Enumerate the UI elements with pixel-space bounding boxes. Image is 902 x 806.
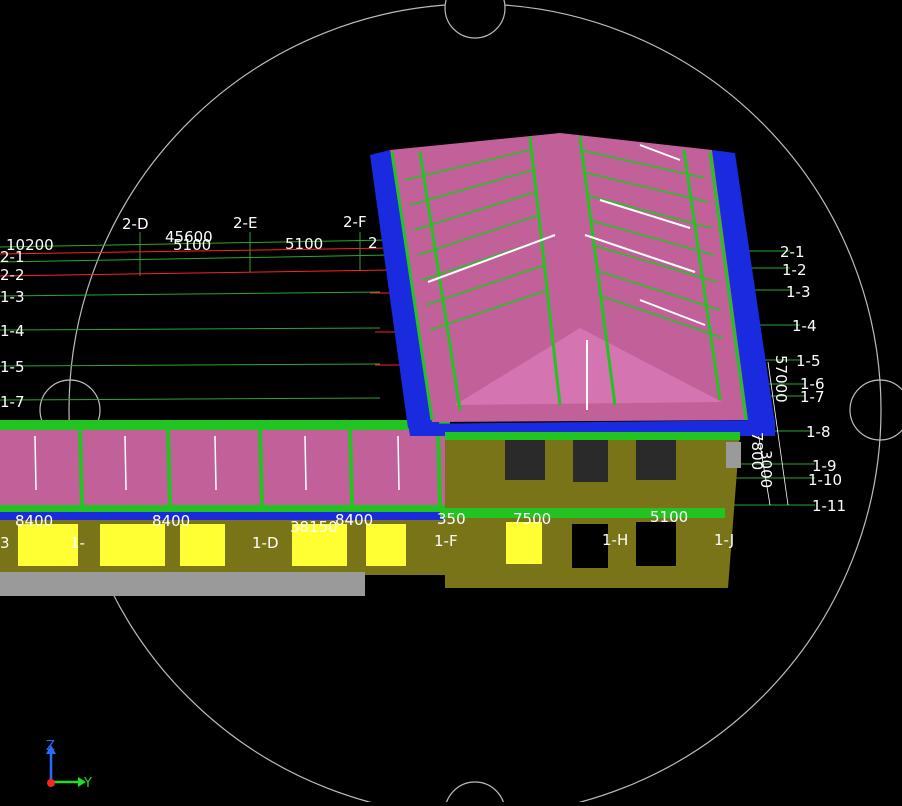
dimension-text: 7500 bbox=[513, 510, 551, 528]
model-canvas[interactable]: 2-D 2-E 2-F 2-1 2-2 1-3 1-4 1-5 1-7 2-1 … bbox=[0, 0, 902, 806]
y-axis-label: Y bbox=[83, 776, 92, 791]
dimension-text: 5100 bbox=[173, 236, 211, 254]
dimension-text: 8400 bbox=[152, 512, 190, 530]
z-axis-label: Z bbox=[46, 739, 55, 754]
dimension-text: 10200 bbox=[6, 236, 54, 254]
grid-label: 3 bbox=[0, 534, 10, 552]
dimension-text: 5100 bbox=[650, 508, 688, 526]
section-cut-lines bbox=[0, 247, 400, 366]
dimension-text: 8400 bbox=[335, 511, 373, 529]
axis-triad: Z Y bbox=[46, 739, 92, 791]
grid-label: 1- bbox=[70, 534, 85, 552]
orbit-handle-bottom[interactable] bbox=[445, 781, 505, 806]
grid-label: 1-7 bbox=[0, 393, 25, 411]
left-wing-building[interactable] bbox=[0, 420, 450, 596]
dimension-text: 38150 bbox=[290, 518, 338, 536]
grid-label: 2-2 bbox=[0, 266, 25, 284]
grid-label: 2-F bbox=[343, 213, 367, 231]
dimension-text: 2 bbox=[368, 234, 378, 252]
dimension-text: 8400 bbox=[15, 512, 53, 530]
grid-label: 1-3 bbox=[0, 288, 25, 306]
grid-label: 1-D bbox=[252, 534, 279, 552]
grid-label: 1-7 bbox=[800, 388, 825, 406]
origin-point bbox=[47, 779, 55, 787]
grid-label: 1-10 bbox=[808, 471, 842, 489]
grid-label: 1-J bbox=[714, 531, 734, 549]
grid-label: 2-E bbox=[233, 214, 257, 232]
grid-labels-top: 2-D 2-E 2-F bbox=[122, 213, 367, 233]
3d-model-viewport[interactable]: 2-D 2-E 2-F 2-1 2-2 1-3 1-4 1-5 1-7 2-1 … bbox=[0, 0, 902, 806]
grid-labels-left: 2-1 2-2 1-3 1-4 1-5 1-7 bbox=[0, 248, 25, 411]
orbit-handle-right[interactable] bbox=[849, 379, 902, 441]
structural-grid-lines bbox=[0, 232, 391, 401]
dimension-text: 57000 bbox=[772, 355, 790, 403]
grid-label: 1-11 bbox=[812, 497, 846, 515]
grid-label: 2-D bbox=[122, 215, 149, 233]
grid-label: 1-4 bbox=[792, 317, 817, 335]
dimension-text: 350 bbox=[437, 510, 466, 528]
dimension-text: 3000 bbox=[757, 450, 775, 488]
grid-label: 1-2 bbox=[782, 261, 807, 279]
dimension-text: 5100 bbox=[285, 235, 323, 253]
grid-label: 2-1 bbox=[780, 243, 805, 261]
grid-label: 1-5 bbox=[0, 358, 25, 376]
orbit-handle-top[interactable] bbox=[444, 0, 506, 39]
grid-label: 1-F bbox=[434, 532, 458, 550]
grid-label: 1-3 bbox=[786, 283, 811, 301]
grid-label: 1-H bbox=[602, 531, 628, 549]
grid-label: 1-5 bbox=[796, 352, 821, 370]
grid-label: 1-8 bbox=[806, 423, 831, 441]
grid-label: 1-4 bbox=[0, 322, 25, 340]
